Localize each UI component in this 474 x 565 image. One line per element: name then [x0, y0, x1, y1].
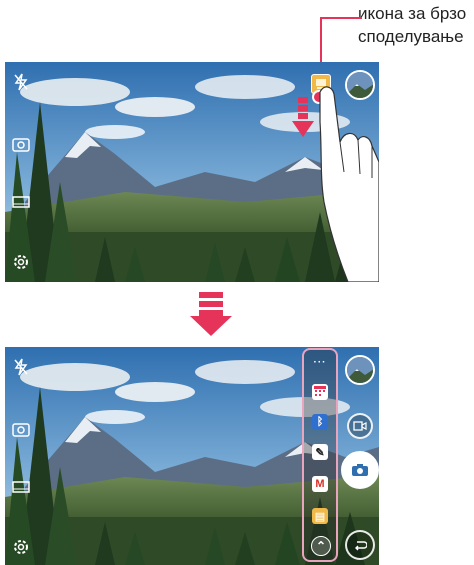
callout-line-1: икона за брзо [358, 4, 467, 23]
callout-line-2: споделување [358, 27, 464, 46]
flash-off-icon[interactable] [11, 357, 31, 377]
hand-gesture [319, 86, 379, 282]
mode-icon[interactable] [11, 192, 31, 212]
gallery-thumbnail[interactable] [345, 355, 375, 385]
calendar-app-icon[interactable] [312, 384, 328, 400]
flash-off-icon[interactable] [11, 72, 31, 92]
shutter-icon [352, 464, 368, 476]
quick-share-callout: икона за брзо споделување [358, 2, 474, 48]
video-record-icon [353, 421, 367, 431]
message-app-icon[interactable]: ▤ [312, 508, 328, 524]
camera-screen-top [5, 62, 379, 282]
more-icon[interactable]: ··· [312, 354, 328, 370]
settings-icon[interactable] [11, 252, 31, 272]
switch-camera-icon[interactable] [11, 134, 31, 154]
switch-camera-icon[interactable] [11, 419, 31, 439]
gmail-icon[interactable]: M [312, 476, 328, 492]
shutter-button[interactable] [341, 451, 379, 489]
settings-icon[interactable] [11, 537, 31, 557]
bluetooth-icon[interactable]: ᛒ [312, 414, 328, 430]
back-icon [355, 541, 367, 551]
transition-arrow [190, 292, 232, 336]
video-record-button[interactable] [347, 413, 373, 439]
mode-icon[interactable] [11, 477, 31, 497]
collapse-icon[interactable]: ⌃ [311, 536, 331, 556]
back-button[interactable] [345, 530, 375, 560]
quick-share-panel: ··· ᛒ ✎ M ▤ ⌃ [302, 348, 338, 562]
edit-app-icon[interactable]: ✎ [312, 444, 328, 460]
